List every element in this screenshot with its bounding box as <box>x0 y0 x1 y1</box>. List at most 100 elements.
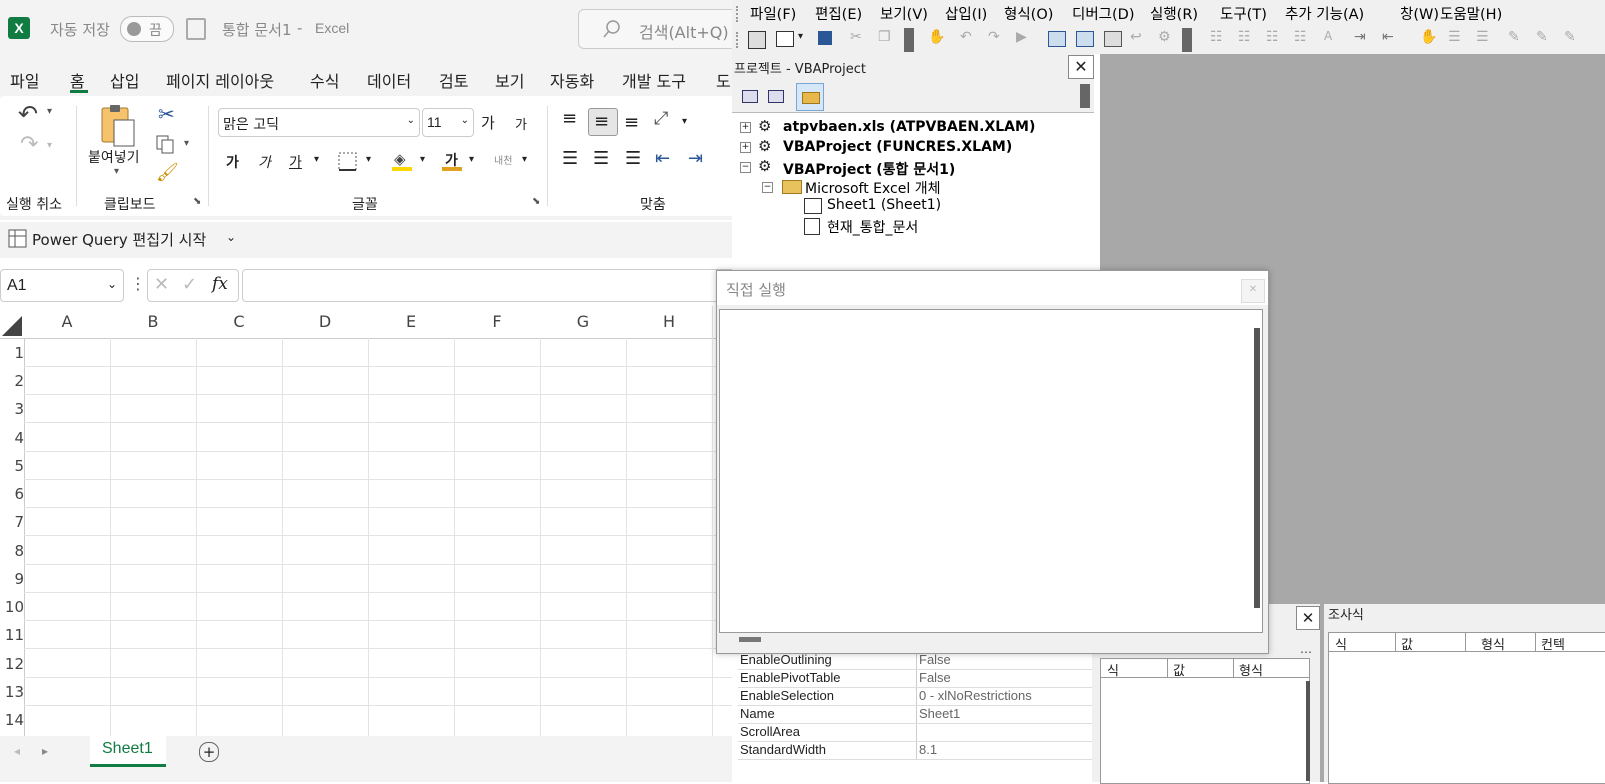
paste-label[interactable]: 붙여넣기 <box>88 147 140 167</box>
font-launcher-icon[interactable]: ⬊ <box>532 196 540 207</box>
bookmark-icon[interactable]: ✎ <box>1508 29 1520 45</box>
quick-info-icon[interactable]: ☷ <box>1238 29 1251 45</box>
column-header[interactable]: D <box>282 306 369 338</box>
collapse-icon[interactable]: − <box>740 162 751 173</box>
copy-icon[interactable]: ❐ <box>878 29 891 45</box>
row-header[interactable]: 11 <box>0 626 24 644</box>
param-info-icon[interactable]: ☷ <box>1266 29 1279 45</box>
redo-icon[interactable]: ↷ <box>988 29 1000 45</box>
column-header[interactable]: A <box>24 306 111 338</box>
column-header[interactable]: B <box>110 306 197 338</box>
fill-color-icon[interactable]: ◈ <box>392 150 412 172</box>
column-header[interactable]: 값 <box>1173 660 1185 679</box>
menu-tools[interactable]: 도구(T) <box>1220 3 1267 24</box>
redo-dropdown-icon[interactable]: ▾ <box>47 140 52 151</box>
tab-developer[interactable]: 개발 도구 <box>622 68 686 92</box>
view-excel-icon[interactable] <box>748 31 766 49</box>
property-row[interactable]: ScrollArea <box>738 724 1092 742</box>
bold-button[interactable]: 가 <box>226 152 239 172</box>
clear-bookmarks-icon[interactable]: ✎ <box>1564 29 1576 45</box>
font-size-select[interactable]: 11 ⌄ <box>422 108 474 137</box>
column-header[interactable]: C <box>196 306 283 338</box>
property-row[interactable]: EnableSelection 0 - xlNoRestrictions <box>738 688 1092 706</box>
horizontal-scrollbar[interactable] <box>739 637 761 642</box>
row-header[interactable]: 14 <box>0 711 24 729</box>
close-icon[interactable]: ✕ <box>1068 55 1094 79</box>
row-header[interactable]: 10 <box>0 598 24 616</box>
align-left-icon[interactable]: ☰ <box>562 148 578 169</box>
row-header[interactable]: 6 <box>0 485 24 503</box>
phonetic-button[interactable]: 내천 <box>494 152 512 167</box>
border-icon[interactable] <box>338 152 358 172</box>
view-code-icon[interactable] <box>742 90 758 103</box>
row-header[interactable]: 12 <box>0 655 24 673</box>
property-row[interactable]: EnablePivotTable False <box>738 670 1092 688</box>
design-icon[interactable]: ⚙ <box>1158 29 1171 45</box>
menu-format[interactable]: 형식(O) <box>1004 3 1053 24</box>
tab-insert[interactable]: 삽입 <box>110 68 139 92</box>
menu-insert[interactable]: 삽입(I) <box>945 3 987 24</box>
column-header[interactable]: G <box>540 306 627 338</box>
row-header[interactable]: 13 <box>0 683 24 701</box>
align-middle-icon[interactable]: ≡ <box>588 108 618 136</box>
column-header[interactable]: 값 <box>1401 634 1413 653</box>
tab-home[interactable]: 홈 <box>70 68 85 92</box>
toolbar-overflow[interactable] <box>1182 28 1192 52</box>
italic-button[interactable]: 가 <box>258 152 271 172</box>
clipboard-launcher-icon[interactable]: ⬊ <box>193 196 201 207</box>
indent-icon[interactable]: ⇥ <box>1354 29 1366 45</box>
column-header[interactable]: 컨텍 <box>1541 634 1565 653</box>
more-icon[interactable]: … <box>1300 642 1312 656</box>
property-row[interactable]: Name Sheet1 <box>738 706 1092 724</box>
menu-window[interactable]: 창(W) <box>1400 3 1439 24</box>
paste-icon[interactable] <box>98 104 138 148</box>
enter-icon[interactable]: ✓ <box>182 274 197 295</box>
increase-indent-icon[interactable]: ⇥ <box>688 148 703 169</box>
copy-icon[interactable] <box>155 134 177 154</box>
comment-icon[interactable]: ☰ <box>1448 29 1461 45</box>
tree-item-atpvbaen[interactable]: atpvbaen.xls (ATPVBAEN.XLAM) <box>783 119 1035 135</box>
project-explorer-icon[interactable] <box>1048 31 1066 47</box>
uncomment-icon[interactable]: ☰ <box>1476 29 1489 45</box>
tree-item-thisworkbook[interactable]: 현재_통합_문서 <box>827 217 918 237</box>
tab-page-layout[interactable]: 페이지 레이아웃 <box>166 68 274 92</box>
expand-icon[interactable]: + <box>740 142 751 153</box>
copy-dropdown-icon[interactable]: ▾ <box>184 138 189 149</box>
property-row[interactable]: EnableOutlining False <box>738 652 1092 670</box>
tree-item-sheet1[interactable]: Sheet1 (Sheet1) <box>827 197 941 213</box>
view-object-icon[interactable] <box>768 90 784 103</box>
column-header[interactable]: 식 <box>1107 660 1119 679</box>
scroll-right-icon[interactable]: ▸ <box>42 744 48 758</box>
more-icon[interactable]: ⋮ <box>130 274 146 293</box>
qat-customize-icon[interactable]: ⌄ <box>226 230 236 244</box>
breakpoint-icon[interactable]: ✋ <box>1420 29 1437 45</box>
decrease-font-button[interactable]: 가 <box>515 114 527 133</box>
undo-icon[interactable]: ↶ <box>18 100 38 128</box>
tab-review[interactable]: 검토 <box>439 68 468 92</box>
align-top-icon[interactable]: ≡ <box>562 108 577 129</box>
find-icon[interactable]: ✋ <box>928 29 945 45</box>
select-all-corner[interactable] <box>0 306 25 338</box>
column-header[interactable]: 식 <box>1335 634 1347 653</box>
watch-list[interactable]: 식 값 형식 컨텍 <box>1328 632 1605 784</box>
close-icon[interactable]: ✕ <box>1296 606 1320 630</box>
tree-item-funcres[interactable]: VBAProject (FUNCRES.XLAM) <box>783 139 1012 155</box>
cancel-icon[interactable]: ✕ <box>154 274 169 295</box>
tab-more[interactable]: 도 <box>716 68 731 92</box>
scroll-left-icon[interactable]: ◂ <box>14 744 20 758</box>
add-sheet-icon[interactable]: + <box>199 742 219 762</box>
decrease-indent-icon[interactable]: ⇤ <box>655 148 670 169</box>
collapse-icon[interactable]: − <box>762 182 773 193</box>
locals-list[interactable]: 식 값 형식 <box>1100 658 1310 784</box>
toolbar-overflow[interactable] <box>904 28 914 52</box>
row-header[interactable]: 8 <box>0 542 24 560</box>
close-icon[interactable]: ✕ <box>1241 279 1265 303</box>
cut-icon[interactable]: ✂ <box>158 102 175 126</box>
toolbar-overflow[interactable] <box>1080 84 1090 108</box>
border-dropdown-icon[interactable]: ▾ <box>366 154 371 165</box>
toolbox-icon[interactable]: ↩ <box>1130 29 1142 45</box>
menu-help[interactable]: 도움말(H) <box>1440 3 1502 24</box>
align-right-icon[interactable]: ☰ <box>625 148 641 169</box>
row-header[interactable]: 7 <box>0 513 24 531</box>
object-browser-icon[interactable] <box>1104 31 1122 47</box>
